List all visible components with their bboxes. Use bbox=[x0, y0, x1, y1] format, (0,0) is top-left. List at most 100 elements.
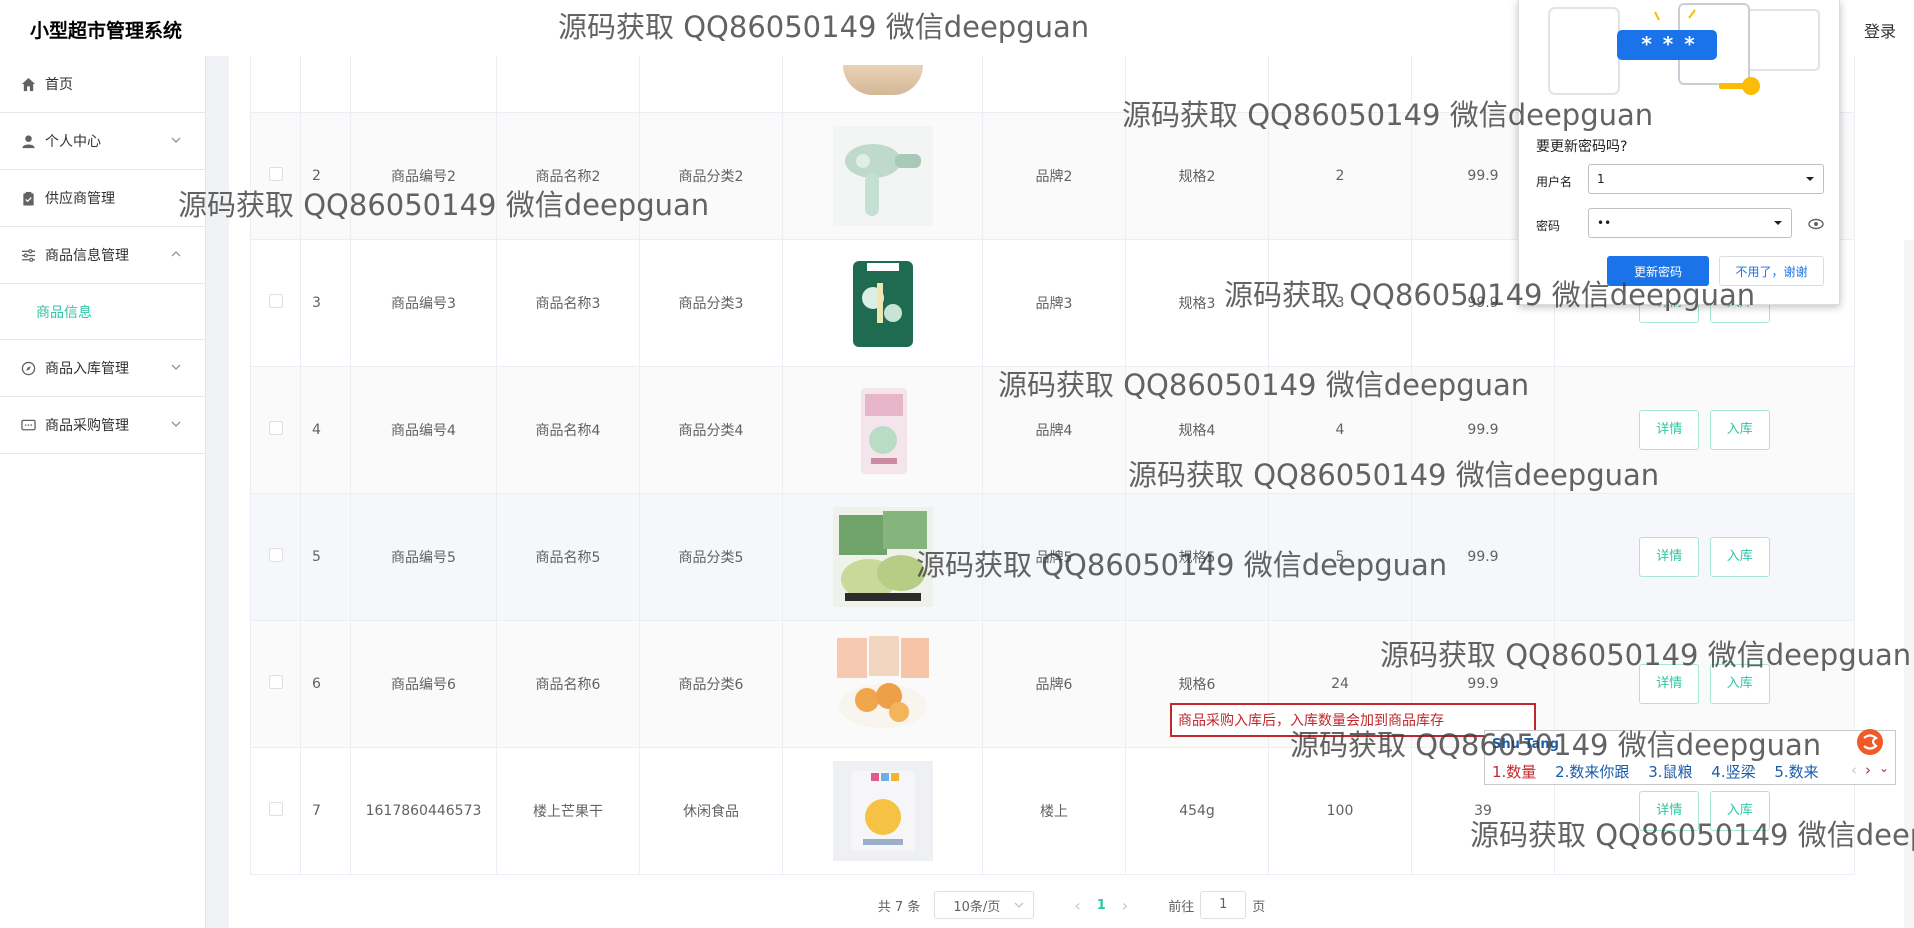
update-password-button[interactable]: 更新密码 bbox=[1607, 256, 1709, 286]
rice-bag-image bbox=[833, 253, 933, 353]
ime-prev-icon[interactable]: ‹ bbox=[1851, 761, 1857, 779]
cell-quantity: 5 bbox=[1268, 493, 1412, 621]
cell-code: 商品编号5 bbox=[350, 493, 497, 621]
row-index: 2 bbox=[300, 112, 351, 240]
home-icon bbox=[20, 76, 36, 92]
cell-spec: 规格3 bbox=[1125, 239, 1269, 367]
stock-in-button[interactable]: 入库 bbox=[1709, 536, 1770, 577]
cell-brand: 品牌5 bbox=[982, 493, 1126, 621]
sidebar-item-purchase[interactable]: 商品采购管理 bbox=[0, 397, 205, 454]
chevron-down-icon bbox=[171, 421, 181, 427]
sidebar-item-label: 供应商管理 bbox=[45, 191, 115, 207]
cell-brand: 品牌4 bbox=[982, 366, 1126, 494]
ime-candidate[interactable]: 1.数量 bbox=[1492, 763, 1536, 781]
page-size-value: 10条/页 bbox=[953, 899, 1001, 915]
password-mask-text: * * * bbox=[1641, 32, 1697, 56]
chevron-down-icon bbox=[171, 364, 181, 370]
cell-spec: 规格4 bbox=[1125, 366, 1269, 494]
cell-code: 商品编号3 bbox=[350, 239, 497, 367]
cell-category: 商品分类5 bbox=[639, 493, 783, 621]
detail-button[interactable]: 详情 bbox=[1639, 536, 1700, 577]
mango-snack-image bbox=[832, 760, 933, 861]
ime-brand: Shu Tang bbox=[1492, 737, 1559, 752]
cell-name: 商品名称5 bbox=[496, 493, 640, 621]
hint-tooltip: 商品采购入库后，入库数量会加到商品库存 bbox=[1170, 703, 1536, 737]
pagination: 共 7 条 10条/页 ‹ 1 › 前往 1 页 bbox=[229, 885, 1914, 925]
stock-in-button[interactable]: 入库 bbox=[1709, 790, 1770, 831]
cell-code: 商品编号4 bbox=[350, 366, 497, 494]
row-index: 6 bbox=[300, 620, 351, 748]
cell-brand: 品牌6 bbox=[982, 620, 1126, 748]
sidebar-item-profile[interactable]: 个人中心 bbox=[0, 113, 205, 170]
cell-category: 商品分类6 bbox=[639, 620, 783, 748]
next-page-button[interactable]: › bbox=[1122, 896, 1128, 915]
cell-quantity: 2 bbox=[1268, 112, 1412, 240]
green-cake-image bbox=[832, 506, 933, 607]
decline-button[interactable]: 不用了，谢谢 bbox=[1719, 256, 1824, 286]
row-checkbox[interactable] bbox=[268, 801, 283, 816]
sidebar-item-product-info[interactable]: 商品信息 bbox=[0, 284, 205, 340]
row-checkbox[interactable] bbox=[268, 674, 283, 689]
detail-button[interactable]: 详情 bbox=[1639, 409, 1700, 450]
cell-name: 商品名称3 bbox=[496, 239, 640, 367]
row-checkbox[interactable] bbox=[268, 420, 283, 435]
ime-candidates: 1.数量 2.数来你跟 3.鼠粮 4.竖梁 5.数来 bbox=[1492, 761, 1833, 782]
user-icon bbox=[20, 133, 36, 149]
eye-icon[interactable] bbox=[1808, 216, 1824, 232]
username-select[interactable]: 1 bbox=[1588, 164, 1824, 194]
cell-category: 商品分类3 bbox=[639, 239, 783, 367]
cell-brand: 品牌2 bbox=[982, 112, 1126, 240]
sidebar-item-product-info-mgmt[interactable]: 商品信息管理 bbox=[0, 227, 205, 284]
page-number-current[interactable]: 1 bbox=[1097, 898, 1106, 913]
ime-candidate-window: Shu Tang 1.数量 2.数来你跟 3.鼠粮 4.竖梁 5.数来 ‹ › … bbox=[1484, 729, 1896, 785]
stock-in-button[interactable]: 入库 bbox=[1709, 409, 1770, 450]
sidebar-item-label: 商品入库管理 bbox=[45, 361, 129, 377]
cell-code: 商品编号2 bbox=[350, 112, 497, 240]
row-index: 5 bbox=[300, 493, 351, 621]
ime-candidate[interactable]: 4.竖梁 bbox=[1711, 763, 1755, 781]
page-size-select[interactable]: 10条/页 bbox=[934, 891, 1035, 919]
detail-button[interactable]: 详情 bbox=[1639, 663, 1700, 704]
row-checkbox[interactable] bbox=[268, 547, 283, 562]
dropdown-arrow-icon bbox=[1774, 221, 1782, 225]
sidebar-item-stock-in[interactable]: 商品入库管理 bbox=[0, 340, 205, 397]
ime-next-icon[interactable]: › bbox=[1865, 761, 1871, 779]
app-title: 小型超市管理系统 bbox=[30, 20, 183, 42]
popup-title: 要更新密码吗? bbox=[1536, 139, 1628, 155]
sliders-icon bbox=[20, 247, 36, 263]
chat-icon bbox=[20, 417, 36, 433]
cell-quantity: 4 bbox=[1268, 366, 1412, 494]
row-index: 3 bbox=[300, 239, 351, 367]
cell-code: 1617860446573 bbox=[350, 747, 497, 875]
row-checkbox[interactable] bbox=[268, 293, 283, 308]
cell-brand: 品牌3 bbox=[982, 239, 1126, 367]
table-row: 4 商品编号4 商品名称4 商品分类4 品牌4 规格4 4 99.9 详情 入库 bbox=[250, 366, 1855, 494]
ime-candidate[interactable]: 5.数来 bbox=[1774, 763, 1818, 781]
stock-in-button[interactable]: 入库 bbox=[1709, 663, 1770, 704]
scrollbar-track[interactable] bbox=[1904, 240, 1914, 928]
ime-expand-icon[interactable]: ⌄ bbox=[1879, 761, 1889, 775]
pagination-total: 共 7 条 bbox=[877, 899, 921, 915]
sidebar: 首页 个人中心 供应商管理 商品信息管理 商品信息 商品入库管理 商品采购管理 bbox=[0, 56, 206, 928]
goto-page-input[interactable]: 1 bbox=[1200, 891, 1247, 919]
cell-name: 商品名称2 bbox=[496, 112, 640, 240]
snack-pack-image bbox=[833, 380, 933, 480]
cell-spec: 规格2 bbox=[1125, 112, 1269, 240]
prev-page-button[interactable]: ‹ bbox=[1074, 896, 1080, 915]
username-label: 用户名 bbox=[1536, 175, 1573, 189]
password-select[interactable]: •• bbox=[1588, 208, 1792, 238]
cell-brand: 楼上 bbox=[982, 747, 1126, 875]
detail-button[interactable]: 详情 bbox=[1639, 790, 1700, 831]
ime-candidate[interactable]: 2.数来你跟 bbox=[1555, 763, 1629, 781]
logout-link[interactable]: 登录 bbox=[1864, 18, 1896, 42]
cell-code: 商品编号6 bbox=[350, 620, 497, 748]
sidebar-item-home[interactable]: 首页 bbox=[0, 56, 205, 113]
cell-name: 楼上芒果干 bbox=[496, 747, 640, 875]
ime-candidate[interactable]: 3.鼠粮 bbox=[1648, 763, 1692, 781]
cell-quantity: 3 bbox=[1268, 239, 1412, 367]
chevron-up-icon bbox=[171, 251, 181, 257]
row-checkbox[interactable] bbox=[268, 166, 283, 181]
sidebar-item-suppliers[interactable]: 供应商管理 bbox=[0, 170, 205, 227]
compass-icon bbox=[20, 360, 36, 376]
chevron-down-icon bbox=[171, 137, 181, 143]
